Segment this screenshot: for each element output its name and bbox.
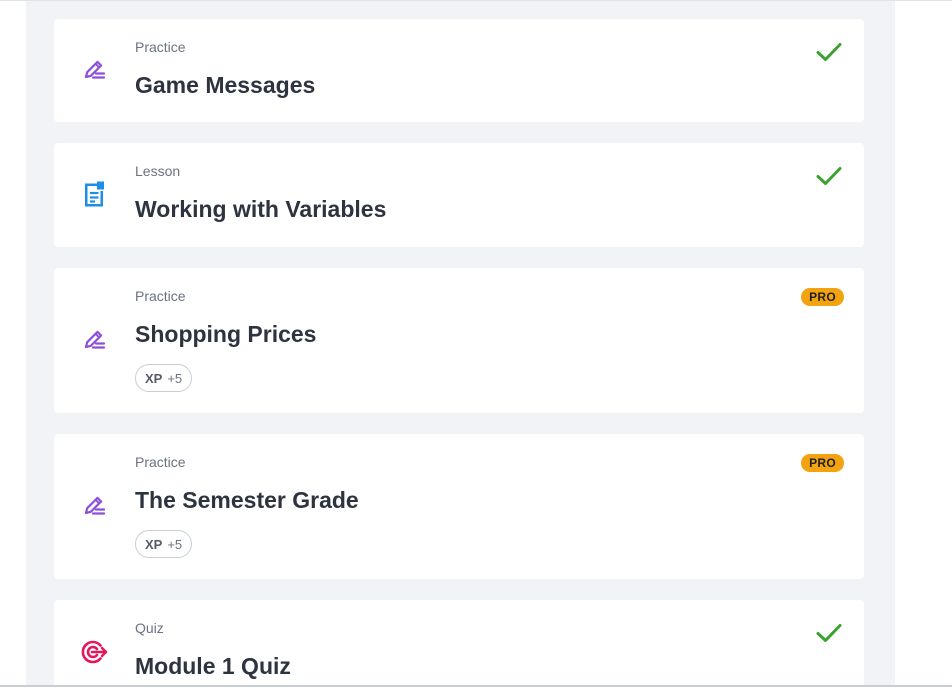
quiz-target-icon [80, 638, 108, 666]
item-title[interactable]: Working with Variables [135, 195, 386, 223]
item-title[interactable]: The Semester Grade [135, 486, 359, 514]
lesson-document-icon [80, 180, 108, 208]
xp-reward-badge: XP +5 [135, 364, 193, 392]
lesson-card[interactable]: Practice The Semester Grade XP +5 PRO [54, 434, 864, 579]
completed-check-icon [816, 41, 842, 63]
lesson-card[interactable]: Practice Game Messages [54, 19, 864, 122]
xp-value: +5 [167, 370, 183, 386]
xp-reward-badge: XP +5 [135, 530, 193, 558]
xp-label: XP [145, 536, 163, 552]
item-type-label: Lesson [135, 163, 181, 179]
practice-pencil-icon [80, 56, 108, 84]
item-type-label: Practice [135, 39, 186, 55]
pro-badge: PRO [801, 288, 844, 306]
item-title[interactable]: Module 1 Quiz [135, 652, 291, 680]
practice-pencil-icon [80, 492, 108, 520]
xp-value: +5 [167, 536, 183, 552]
item-title[interactable]: Shopping Prices [135, 320, 316, 348]
lesson-card[interactable]: Practice Shopping Prices XP +5 PRO [54, 268, 864, 413]
item-type-label: Practice [135, 454, 186, 470]
xp-label: XP [145, 370, 163, 386]
item-type-label: Quiz [135, 620, 164, 636]
lesson-card[interactable]: Lesson Working with Variables [54, 143, 864, 247]
item-type-label: Practice [135, 288, 186, 304]
item-title[interactable]: Game Messages [135, 71, 315, 99]
practice-pencil-icon [80, 326, 108, 354]
completed-check-icon [816, 622, 842, 644]
pro-badge: PRO [801, 454, 844, 472]
completed-check-icon [816, 165, 842, 187]
